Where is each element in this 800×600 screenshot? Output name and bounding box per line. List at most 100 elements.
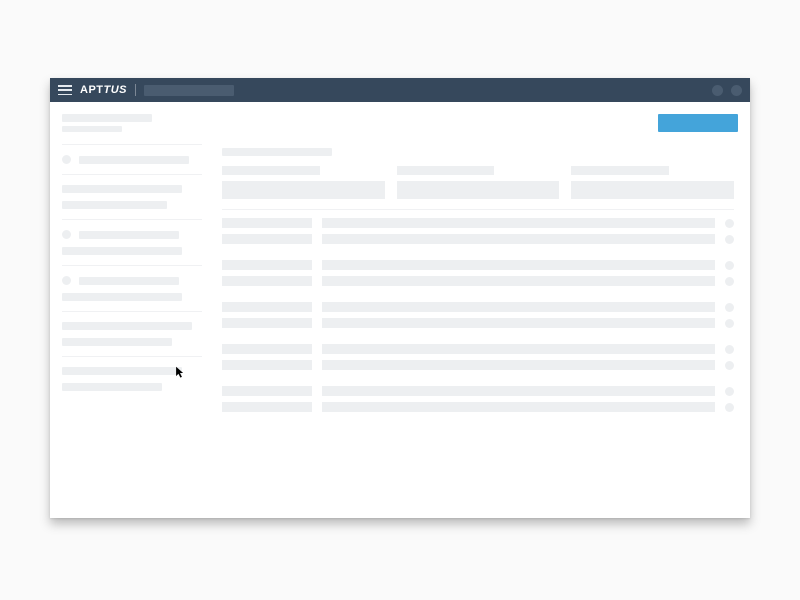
summary-card[interactable] bbox=[397, 166, 560, 199]
row-action-dot-icon[interactable] bbox=[725, 303, 734, 312]
cell bbox=[222, 276, 312, 286]
table-row[interactable] bbox=[222, 218, 734, 228]
sidebar-item-label bbox=[79, 277, 179, 285]
cell bbox=[322, 318, 715, 328]
table-row[interactable] bbox=[222, 276, 734, 286]
cell bbox=[322, 360, 715, 370]
page-subtitle-placeholder bbox=[62, 126, 122, 132]
brand-logo: APTTUS bbox=[80, 84, 127, 96]
sidebar-item-label bbox=[62, 338, 172, 346]
sidebar-item[interactable] bbox=[62, 185, 202, 193]
sidebar-item[interactable] bbox=[62, 293, 202, 301]
cell bbox=[222, 234, 312, 244]
bullet-icon bbox=[62, 230, 71, 239]
sidebar-item-label bbox=[62, 201, 167, 209]
card-header bbox=[222, 166, 320, 175]
table-row[interactable] bbox=[222, 402, 734, 412]
sidebar-item[interactable] bbox=[62, 201, 202, 209]
sidebar-item-label bbox=[62, 367, 182, 375]
card-body bbox=[571, 181, 734, 199]
table-row[interactable] bbox=[222, 302, 734, 312]
sidebar-item-label bbox=[79, 231, 179, 239]
primary-action-button[interactable] bbox=[658, 114, 738, 132]
header-action-dot-1[interactable] bbox=[712, 85, 723, 96]
cell bbox=[222, 318, 312, 328]
table-row[interactable] bbox=[222, 360, 734, 370]
sidebar-item[interactable] bbox=[62, 276, 202, 285]
main-panel bbox=[210, 136, 750, 518]
card-header bbox=[571, 166, 669, 175]
row-action-dot-icon[interactable] bbox=[725, 261, 734, 270]
table-row[interactable] bbox=[222, 260, 734, 270]
data-table bbox=[222, 209, 734, 412]
content-body bbox=[50, 102, 750, 518]
section-title-placeholder bbox=[222, 148, 332, 156]
row-action-dot-icon[interactable] bbox=[725, 361, 734, 370]
cell bbox=[322, 218, 715, 228]
sidebar-item[interactable] bbox=[62, 247, 202, 255]
brand-apt: APT bbox=[80, 84, 104, 96]
card-body bbox=[222, 181, 385, 199]
sidebar-item-label bbox=[79, 156, 189, 164]
cell bbox=[222, 218, 312, 228]
cell bbox=[322, 260, 715, 270]
sidebar-item[interactable] bbox=[62, 322, 202, 330]
hamburger-icon[interactable] bbox=[58, 85, 72, 95]
cell bbox=[322, 276, 715, 286]
sidebar-item[interactable] bbox=[62, 367, 202, 375]
sidebar-item[interactable] bbox=[62, 155, 202, 164]
cell bbox=[322, 302, 715, 312]
sidebar-item[interactable] bbox=[62, 338, 202, 346]
row-action-dot-icon[interactable] bbox=[725, 345, 734, 354]
app-window: APTTUS bbox=[50, 78, 750, 518]
table-row[interactable] bbox=[222, 386, 734, 396]
summary-card[interactable] bbox=[571, 166, 734, 199]
bullet-icon bbox=[62, 155, 71, 164]
cell bbox=[222, 386, 312, 396]
table-row[interactable] bbox=[222, 234, 734, 244]
bullet-icon bbox=[62, 276, 71, 285]
cell bbox=[222, 360, 312, 370]
cell bbox=[322, 344, 715, 354]
sidebar-item[interactable] bbox=[62, 230, 202, 239]
cell bbox=[322, 402, 715, 412]
cell bbox=[222, 260, 312, 270]
header-context-placeholder[interactable] bbox=[144, 85, 234, 96]
row-action-dot-icon[interactable] bbox=[725, 277, 734, 286]
title-divider bbox=[135, 84, 136, 96]
summary-cards bbox=[222, 166, 734, 199]
row-action-dot-icon[interactable] bbox=[725, 403, 734, 412]
cell bbox=[222, 344, 312, 354]
cell bbox=[322, 234, 715, 244]
sidebar-separator bbox=[62, 174, 202, 175]
table-row[interactable] bbox=[222, 344, 734, 354]
brand-tus: TUS bbox=[104, 84, 128, 96]
top-toolbar bbox=[50, 102, 750, 136]
sidebar-item-label bbox=[62, 322, 192, 330]
summary-card[interactable] bbox=[222, 166, 385, 199]
sidebar-item-label bbox=[62, 247, 182, 255]
cell bbox=[222, 402, 312, 412]
sidebar-separator bbox=[62, 144, 202, 145]
sidebar-separator bbox=[62, 265, 202, 266]
table-row[interactable] bbox=[222, 318, 734, 328]
row-action-dot-icon[interactable] bbox=[725, 319, 734, 328]
card-header bbox=[397, 166, 495, 175]
card-body bbox=[397, 181, 560, 199]
row-action-dot-icon[interactable] bbox=[725, 387, 734, 396]
row-action-dot-icon[interactable] bbox=[725, 219, 734, 228]
sidebar-item[interactable] bbox=[62, 383, 202, 391]
sidebar-item-label bbox=[62, 293, 182, 301]
header-action-dot-2[interactable] bbox=[731, 85, 742, 96]
page-title-placeholder bbox=[62, 114, 152, 122]
row-action-dot-icon[interactable] bbox=[725, 235, 734, 244]
sidebar-separator bbox=[62, 311, 202, 312]
titlebar: APTTUS bbox=[50, 78, 750, 102]
cell bbox=[322, 386, 715, 396]
sidebar-item-label bbox=[62, 185, 182, 193]
sidebar-separator bbox=[62, 219, 202, 220]
sidebar-item-label bbox=[62, 383, 162, 391]
sidebar-separator bbox=[62, 356, 202, 357]
sidebar bbox=[50, 136, 210, 518]
cell bbox=[222, 302, 312, 312]
